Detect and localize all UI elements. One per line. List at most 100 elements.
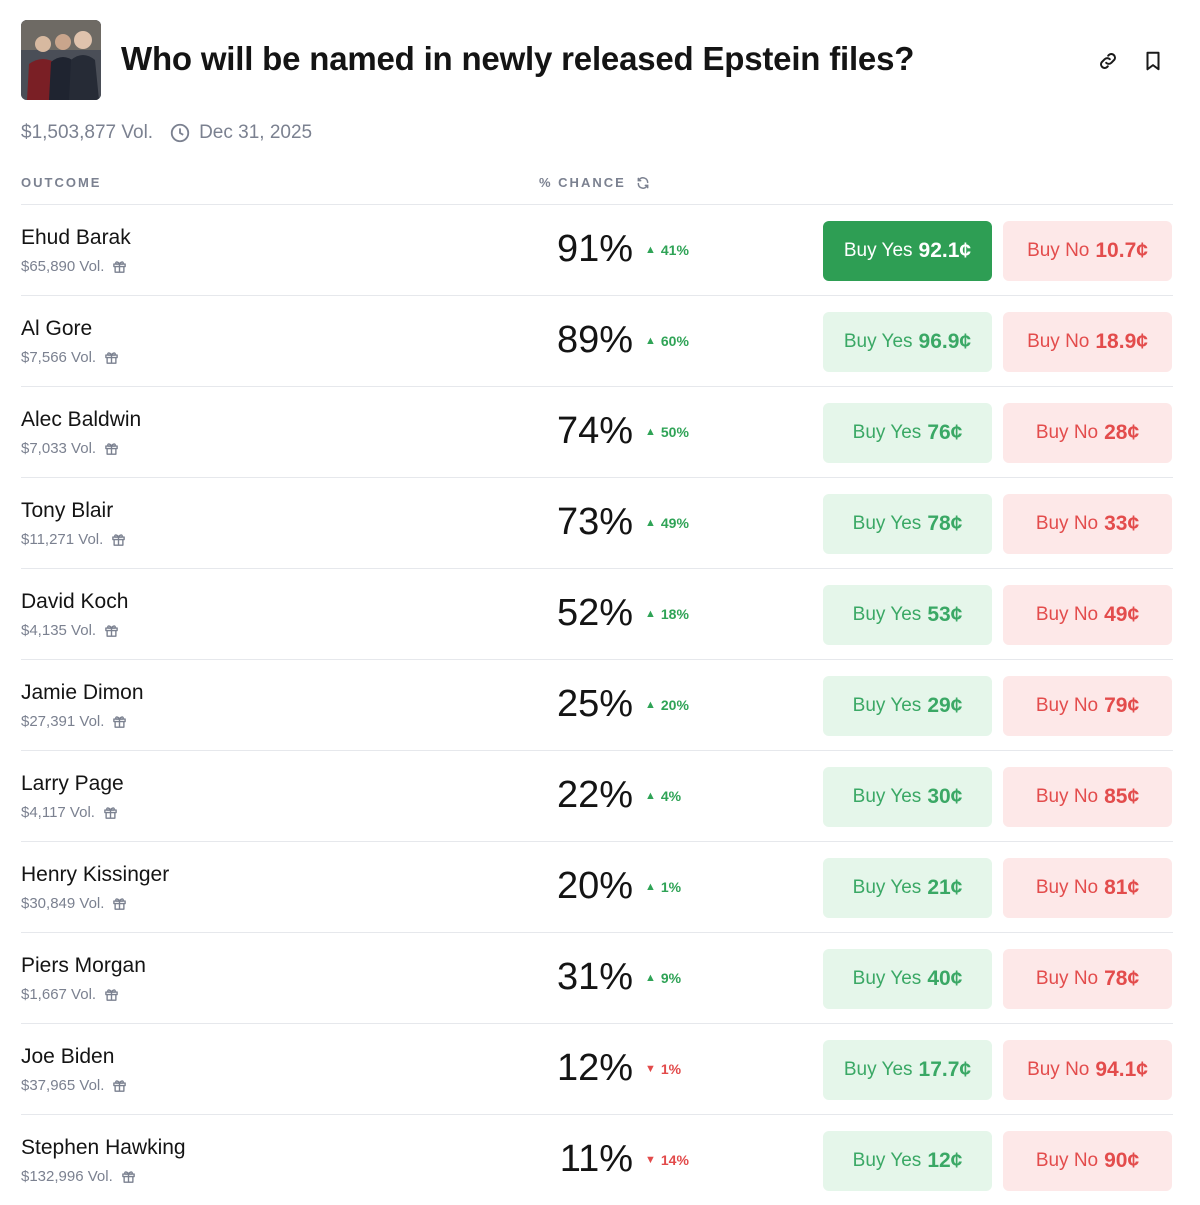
outcome-row[interactable]: Henry Kissinger $30,849 Vol. 20% ▲ 1% Bu… (21, 841, 1173, 932)
market-header: Who will be named in newly released Epst… (21, 20, 1181, 102)
buy-no-label: Buy No (1027, 1059, 1090, 1080)
gift-icon[interactable] (112, 896, 127, 911)
market-meta: $1,503,877 Vol. Dec 31, 2025 (21, 120, 312, 146)
bookmark-icon[interactable] (1140, 48, 1166, 74)
triangle-up-icon: ▲ (645, 426, 656, 438)
buy-no-button[interactable]: Buy No 94.1¢ (1003, 1040, 1172, 1100)
buy-no-button[interactable]: Buy No 81¢ (1003, 858, 1172, 918)
outcome-list: Ehud Barak $65,890 Vol. 91% ▲ 41% Buy Ye… (21, 204, 1173, 1205)
outcome-change: ▲ 49% (645, 515, 689, 531)
buy-yes-button[interactable]: Buy Yes 76¢ (823, 403, 992, 463)
gift-icon[interactable] (112, 1078, 127, 1093)
buy-no-button[interactable]: Buy No 28¢ (1003, 403, 1172, 463)
outcome-name[interactable]: Jamie Dimon (21, 681, 144, 705)
buy-yes-button[interactable]: Buy Yes 96.9¢ (823, 312, 992, 372)
triangle-up-icon: ▲ (645, 244, 656, 256)
outcome-row[interactable]: Jamie Dimon $27,391 Vol. 25% ▲ 20% Buy Y… (21, 659, 1173, 750)
buy-no-button[interactable]: Buy No 90¢ (1003, 1131, 1172, 1191)
gift-icon[interactable] (104, 350, 119, 365)
buy-no-label: Buy No (1035, 786, 1099, 807)
buy-yes-button[interactable]: Buy Yes 21¢ (823, 858, 992, 918)
refresh-icon[interactable] (636, 176, 650, 190)
buy-yes-price: 12¢ (927, 1149, 963, 1172)
buy-yes-button[interactable]: Buy Yes 12¢ (823, 1131, 992, 1191)
buy-no-button[interactable]: Buy No 85¢ (1003, 767, 1172, 827)
outcome-chance: 89% (556, 319, 633, 361)
buy-yes-label: Buy Yes (843, 331, 913, 352)
outcome-name[interactable]: David Koch (21, 590, 128, 614)
buy-yes-button[interactable]: Buy Yes 92.1¢ (823, 221, 992, 281)
outcome-name[interactable]: Alec Baldwin (21, 408, 141, 432)
outcome-name[interactable]: Henry Kissinger (21, 863, 169, 887)
outcome-chance: 74% (556, 410, 633, 452)
outcome-name[interactable]: Piers Morgan (21, 954, 146, 978)
buy-yes-button[interactable]: Buy Yes 53¢ (823, 585, 992, 645)
link-icon[interactable] (1095, 48, 1121, 74)
buy-no-button[interactable]: Buy No 10.7¢ (1003, 221, 1172, 281)
buy-no-price: 79¢ (1104, 694, 1140, 717)
gift-icon[interactable] (104, 987, 119, 1002)
outcome-chance: 20% (556, 865, 633, 907)
buy-yes-button[interactable]: Buy Yes 29¢ (823, 676, 992, 736)
outcome-change-value: 20% (660, 697, 689, 713)
outcome-row[interactable]: Alec Baldwin $7,033 Vol. 74% ▲ 50% Buy Y… (21, 386, 1173, 477)
buy-no-label: Buy No (1035, 422, 1099, 443)
triangle-up-icon: ▲ (645, 517, 656, 529)
buy-no-price: 90¢ (1104, 1149, 1140, 1172)
outcome-name[interactable]: Ehud Barak (21, 226, 131, 250)
buy-no-button[interactable]: Buy No 18.9¢ (1003, 312, 1172, 372)
outcome-change: ▲ 50% (645, 424, 689, 440)
outcome-row[interactable]: David Koch $4,135 Vol. 52% ▲ 18% Buy Yes… (21, 568, 1173, 659)
column-header-outcome: OUTCOME (21, 175, 102, 190)
outcome-volume-text: $11,271 Vol. (21, 531, 104, 548)
gift-icon[interactable] (121, 1169, 136, 1184)
buy-yes-label: Buy Yes (852, 513, 922, 534)
gift-icon[interactable] (103, 805, 118, 820)
outcome-name[interactable]: Tony Blair (21, 499, 113, 523)
outcome-volume-text: $4,117 Vol. (21, 804, 95, 821)
buy-no-price: 28¢ (1104, 421, 1140, 444)
outcome-volume: $11,271 Vol. (21, 531, 126, 548)
outcome-row[interactable]: Ehud Barak $65,890 Vol. 91% ▲ 41% Buy Ye… (21, 204, 1173, 295)
gift-icon[interactable] (112, 259, 127, 274)
buy-yes-button[interactable]: Buy Yes 17.7¢ (823, 1040, 992, 1100)
buy-yes-button[interactable]: Buy Yes 78¢ (823, 494, 992, 554)
outcome-row[interactable]: Stephen Hawking $132,996 Vol. 11% ▼ 14% … (21, 1114, 1173, 1205)
gift-icon[interactable] (112, 714, 127, 729)
outcome-row[interactable]: Tony Blair $11,271 Vol. 73% ▲ 49% Buy Ye… (21, 477, 1173, 568)
outcome-volume: $65,890 Vol. (21, 258, 127, 275)
outcome-row[interactable]: Al Gore $7,566 Vol. 89% ▲ 60% Buy Yes 96… (21, 295, 1173, 386)
outcome-row[interactable]: Piers Morgan $1,667 Vol. 31% ▲ 9% Buy Ye… (21, 932, 1173, 1023)
outcome-name[interactable]: Larry Page (21, 772, 124, 796)
outcome-volume-text: $132,996 Vol. (21, 1168, 113, 1185)
buy-yes-button[interactable]: Buy Yes 30¢ (823, 767, 992, 827)
buy-no-button[interactable]: Buy No 33¢ (1003, 494, 1172, 554)
outcome-change: ▼ 1% (645, 1061, 681, 1077)
outcome-name[interactable]: Al Gore (21, 317, 92, 341)
outcome-chance: 31% (556, 956, 633, 998)
outcome-change-value: 41% (660, 242, 689, 258)
buy-no-button[interactable]: Buy No 49¢ (1003, 585, 1172, 645)
outcome-change: ▲ 18% (645, 606, 689, 622)
buy-yes-price: 17.7¢ (918, 1058, 972, 1081)
buy-no-button[interactable]: Buy No 78¢ (1003, 949, 1172, 1009)
outcome-change-value: 60% (660, 333, 689, 349)
buy-yes-button[interactable]: Buy Yes 40¢ (823, 949, 992, 1009)
outcome-volume: $27,391 Vol. (21, 713, 127, 730)
triangle-up-icon: ▲ (645, 972, 656, 984)
outcome-change-value: 1% (660, 1061, 682, 1077)
buy-yes-label: Buy Yes (852, 786, 922, 807)
outcome-row[interactable]: Larry Page $4,117 Vol. 22% ▲ 4% Buy Yes … (21, 750, 1173, 841)
gift-icon[interactable] (104, 441, 119, 456)
triangle-up-icon: ▲ (645, 881, 656, 893)
outcome-row[interactable]: Joe Biden $37,965 Vol. 12% ▼ 1% Buy Yes … (21, 1023, 1173, 1114)
gift-icon[interactable] (104, 623, 119, 638)
triangle-down-icon: ▼ (645, 1063, 656, 1075)
outcome-name[interactable]: Stephen Hawking (21, 1136, 186, 1160)
outcome-name[interactable]: Joe Biden (21, 1045, 114, 1069)
outcome-volume-text: $4,135 Vol. (21, 622, 97, 639)
outcome-volume: $7,566 Vol. (21, 349, 119, 366)
buy-no-label: Buy No (1035, 695, 1099, 716)
gift-icon[interactable] (111, 532, 126, 547)
buy-no-button[interactable]: Buy No 79¢ (1003, 676, 1172, 736)
